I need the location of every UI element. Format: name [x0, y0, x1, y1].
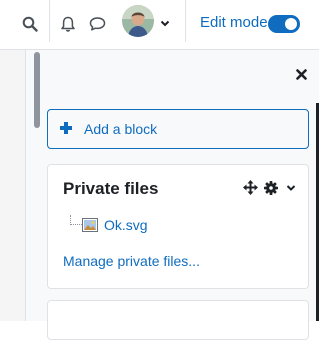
- chevron-down-icon[interactable]: [283, 180, 298, 195]
- next-block: [47, 300, 309, 340]
- move-icon[interactable]: [243, 180, 258, 195]
- close-icon[interactable]: [293, 66, 309, 82]
- block-title: Private files: [63, 179, 159, 198]
- navbar-divider: [185, 0, 186, 42]
- gear-icon[interactable]: [263, 180, 278, 195]
- drawer-edge: [316, 103, 319, 321]
- chevron-down-icon[interactable]: [159, 16, 171, 28]
- scrollbar-thumb[interactable]: [34, 52, 40, 128]
- bell-icon[interactable]: [57, 13, 79, 35]
- add-block-button[interactable]: Add a block: [47, 109, 309, 149]
- file-link[interactable]: Ok.svg: [104, 217, 148, 233]
- top-navbar: Edit mode: [0, 0, 319, 50]
- image-file-icon: [82, 218, 98, 232]
- add-block-label: Add a block: [84, 121, 158, 137]
- page-content-edge: [0, 50, 26, 321]
- private-files-block: Private files Ok.svg Manage private file…: [47, 164, 309, 289]
- plus-icon: [60, 122, 72, 134]
- search-icon[interactable]: [19, 13, 41, 35]
- navbar-divider: [49, 0, 50, 42]
- tree-connector: [70, 215, 82, 225]
- speech-bubble-icon[interactable]: [86, 13, 108, 35]
- manage-private-files-link[interactable]: Manage private files...: [63, 253, 200, 269]
- toggle-knob: [285, 18, 297, 30]
- edit-mode-toggle[interactable]: [268, 15, 300, 33]
- avatar[interactable]: [122, 5, 154, 37]
- edit-mode-label[interactable]: Edit mode: [200, 14, 268, 31]
